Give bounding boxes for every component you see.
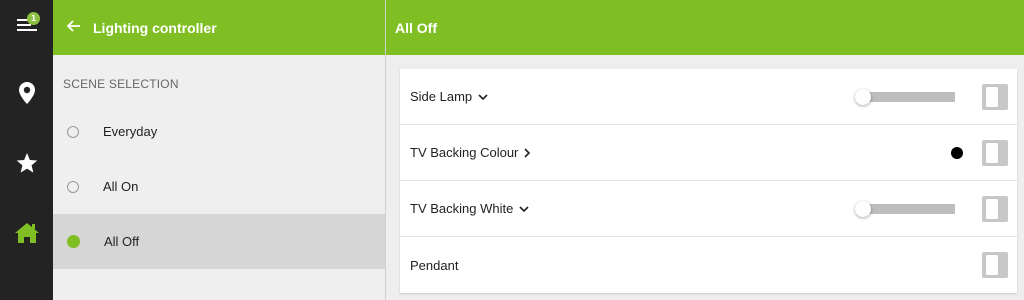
chevron-down-icon[interactable] [519, 205, 529, 212]
device-row-pendant: Pendant [400, 237, 1017, 293]
device-list: Side Lamp TV Backing Colour TV Backing W… [400, 69, 1017, 293]
brightness-slider[interactable] [855, 201, 955, 217]
device-label[interactable]: Side Lamp [410, 89, 488, 104]
scene-header: All Off [386, 0, 1024, 55]
location-pin-icon [18, 82, 35, 109]
scene-item-all-off[interactable]: All Off [53, 214, 385, 269]
brightness-slider[interactable] [855, 89, 955, 105]
power-toggle[interactable] [982, 140, 1008, 166]
scene-item-all-on[interactable]: All On [53, 159, 385, 214]
toggle-knob [986, 255, 998, 275]
panel-title: Lighting controller [93, 19, 217, 36]
power-toggle[interactable] [982, 252, 1008, 278]
radio-button[interactable] [67, 125, 79, 138]
scene-label: All On [103, 179, 139, 194]
device-label[interactable]: TV Backing Colour [410, 145, 531, 160]
device-name: Pendant [410, 257, 459, 273]
device-name: TV Backing White [410, 201, 514, 216]
rail-item-locations[interactable] [0, 68, 53, 123]
power-toggle[interactable] [982, 84, 1008, 110]
notification-badge: 1 [27, 12, 40, 25]
toggle-knob [986, 87, 998, 107]
device-name: Side Lamp [410, 89, 473, 104]
power-toggle[interactable] [982, 196, 1008, 222]
radio-button[interactable] [67, 180, 79, 193]
device-row-side-lamp: Side Lamp [400, 69, 1017, 125]
back-button[interactable] [55, 0, 93, 55]
slider-track [861, 204, 955, 214]
panel-divider [385, 0, 386, 300]
colour-swatch[interactable] [951, 147, 963, 159]
home-icon [14, 222, 40, 249]
menu-button[interactable]: 1 [0, 0, 53, 55]
slider-track [861, 92, 955, 102]
slider-thumb[interactable] [855, 89, 871, 105]
rail-item-home[interactable] [0, 208, 53, 263]
toggle-knob [986, 143, 998, 163]
slider-thumb[interactable] [855, 201, 871, 217]
device-label[interactable]: Pendant [410, 258, 458, 273]
device-name: TV Backing Colour [410, 145, 519, 160]
arrow-left-icon [66, 19, 81, 37]
toggle-knob [986, 199, 998, 219]
device-label[interactable]: TV Backing White [410, 201, 529, 216]
section-label: SCENE SELECTION [63, 77, 179, 91]
scene-selection-panel: SCENE SELECTION Everyday All On All Off [53, 55, 385, 300]
scene-item-everyday[interactable]: Everyday [53, 104, 385, 159]
star-icon [16, 152, 38, 179]
device-row-tv-backing-colour: TV Backing Colour [400, 125, 1017, 181]
rail-item-favourites[interactable] [0, 138, 53, 193]
chevron-right-icon[interactable] [524, 147, 531, 158]
nav-rail: 1 [0, 0, 53, 300]
scene-label: Everyday [103, 124, 158, 139]
radio-button-selected[interactable] [67, 235, 80, 248]
scene-label: All Off [104, 234, 140, 249]
device-row-tv-backing-white: TV Backing White [400, 181, 1017, 237]
scene-title: All Off [395, 19, 437, 36]
chevron-down-icon[interactable] [478, 93, 488, 100]
panel-header: Lighting controller [53, 0, 385, 55]
